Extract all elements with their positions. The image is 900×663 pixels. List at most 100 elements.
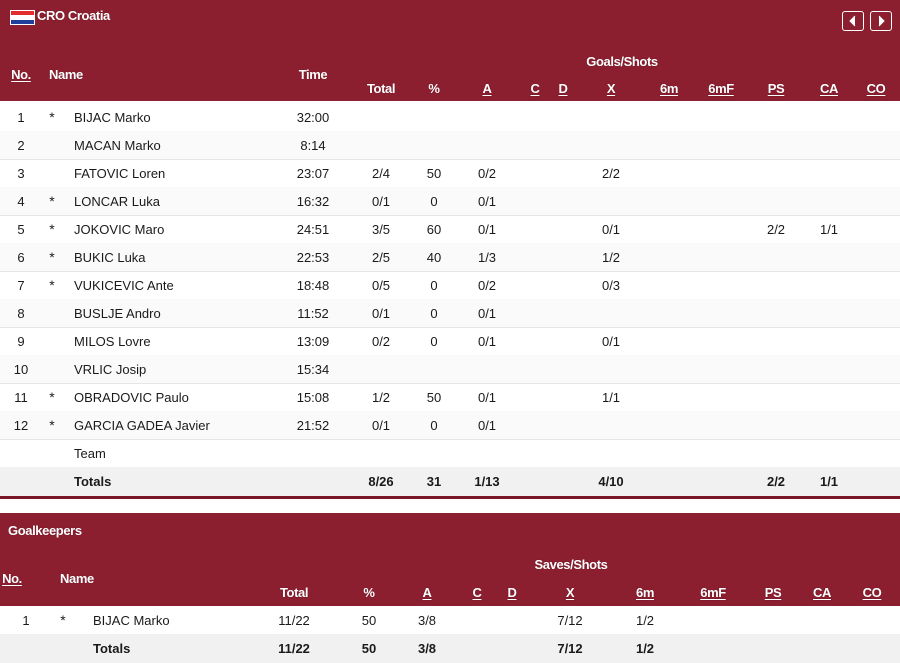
shooting-pct: 0	[430, 417, 438, 433]
gk-totals-label: Totals	[93, 641, 131, 656]
player-number: 10	[13, 361, 29, 377]
player-name-link[interactable]: OBRADOVIC Paulo	[74, 383, 189, 411]
goals-shots-group-label: Goals/Shots	[586, 54, 658, 69]
player-number: 1	[17, 109, 25, 125]
player-number: 6	[17, 249, 25, 265]
x-goals-shots: 0/1	[601, 333, 621, 349]
gk-x: 7/12	[557, 612, 583, 628]
section-divider	[0, 496, 900, 499]
x-goals-shots: 1/2	[601, 249, 621, 265]
previous-team-button[interactable]	[842, 11, 864, 31]
goalkeepers-header-band: Goalkeepers Saves/Shots No. Name Total %…	[0, 513, 900, 606]
table-row: 11 * OBRADOVIC Paulo 15:08 1/2 50 0/1 1/…	[0, 383, 900, 412]
table-row: 3 FATOVIC Loren 23:07 2/4 50 0/2 2/2	[0, 159, 900, 188]
time-played: 8:14	[300, 137, 326, 153]
gk-totals-total: 11/22	[278, 641, 310, 656]
gk-col-header-ps[interactable]: PS	[765, 585, 782, 600]
table-row: 9 MILOS Lovre 13:09 0/2 0 0/1 0/1	[0, 327, 900, 356]
table-row: 1 * BIJAC Marko 11/22 50 3/8 7/12 1/2	[0, 606, 900, 635]
gk-col-header-name[interactable]: Name	[60, 571, 94, 586]
col-header-x[interactable]: X	[607, 81, 616, 96]
total-goals-shots: 0/5	[371, 277, 391, 293]
player-name-link[interactable]: VUKICEVIC Ante	[74, 271, 174, 299]
table-row: 6 * BUKIC Luka 22:53 2/5 40 1/3 1/2	[0, 243, 900, 272]
gk-col-header-pct[interactable]: %	[363, 585, 375, 600]
col-header-6m[interactable]: 6m	[660, 81, 678, 96]
gk-col-header-6mf[interactable]: 6mF	[700, 585, 726, 600]
starter-marker: *	[49, 221, 55, 237]
player-name-link[interactable]: BUSLJE Andro	[74, 299, 161, 327]
shooting-pct: 0	[430, 333, 438, 349]
a-goals-shots: 0/1	[477, 305, 497, 321]
gk-col-header-x[interactable]: X	[566, 585, 575, 600]
next-team-button[interactable]	[870, 11, 892, 31]
col-header-c[interactable]: C	[531, 81, 540, 96]
starter-marker: *	[60, 612, 66, 628]
player-name-link[interactable]: VRLIC Josip	[74, 355, 146, 383]
col-header-name[interactable]: Name	[49, 67, 83, 82]
col-header-6mf[interactable]: 6mF	[708, 81, 734, 96]
gk-col-header-c[interactable]: C	[473, 585, 482, 600]
col-header-d[interactable]: D	[559, 81, 568, 96]
time-played: 13:09	[296, 333, 330, 349]
col-header-time[interactable]: Time	[299, 67, 328, 82]
table-row: 1 * BIJAC Marko 32:00	[0, 103, 900, 132]
col-header-co[interactable]: CO	[867, 81, 886, 96]
gk-col-header-co[interactable]: CO	[863, 585, 882, 600]
shooting-pct: 50	[426, 165, 442, 181]
shooting-pct: 0	[430, 305, 438, 321]
gk-totals-row: Totals 11/22 50 3/8 7/12 1/2	[0, 634, 900, 663]
starter-marker: *	[49, 417, 55, 433]
gk-col-header-d[interactable]: D	[508, 585, 517, 600]
player-number: 4	[17, 193, 25, 209]
a-goals-shots: 0/1	[477, 221, 497, 237]
player-name-link[interactable]: JOKOVIC Maro	[74, 215, 164, 243]
player-name-link[interactable]: GARCIA GADEA Javier	[74, 411, 210, 439]
col-header-no[interactable]: No.	[11, 67, 31, 82]
player-name-link[interactable]: MACAN Marko	[74, 131, 161, 159]
gk-name-link[interactable]: BIJAC Marko	[93, 606, 170, 634]
player-name-link[interactable]: BUKIC Luka	[74, 243, 146, 271]
player-name-link[interactable]: FATOVIC Loren	[74, 159, 165, 187]
player-name-link[interactable]: BIJAC Marko	[74, 103, 151, 131]
gk-col-header-total[interactable]: Total	[280, 585, 308, 600]
a-goals-shots: 0/1	[477, 193, 497, 209]
starter-marker: *	[49, 249, 55, 265]
gk-6m: 1/2	[635, 612, 655, 628]
player-name-link[interactable]: MILOS Lovre	[74, 327, 151, 355]
gk-pct: 50	[361, 612, 377, 628]
totals-ps: 2/2	[766, 474, 786, 489]
team-title: CRO Croatia	[37, 8, 110, 23]
a-goals-shots: 0/1	[477, 333, 497, 349]
player-number: 5	[17, 221, 25, 237]
gk-totals-x: 7/12	[557, 641, 583, 656]
a-goals-shots: 0/2	[477, 165, 497, 181]
starter-marker: *	[49, 193, 55, 209]
player-number: 12	[13, 417, 29, 433]
player-name-link[interactable]: LONCAR Luka	[74, 187, 160, 215]
players-header-band: CRO Croatia Goals/Shots No. Name Time To…	[0, 0, 900, 101]
gk-col-header-ca[interactable]: CA	[813, 585, 831, 600]
time-played: 21:52	[296, 417, 330, 433]
col-header-ca[interactable]: CA	[820, 81, 838, 96]
x-goals-shots: 0/1	[601, 221, 621, 237]
total-goals-shots: 3/5	[371, 221, 391, 237]
totals-pct: 31	[426, 474, 442, 489]
gk-col-header-6m[interactable]: 6m	[636, 585, 654, 600]
table-row: 8 BUSLJE Andro 11:52 0/1 0 0/1	[0, 299, 900, 328]
totals-x: 4/10	[598, 474, 624, 489]
gk-col-header-no[interactable]: No.	[2, 571, 22, 586]
gk-col-header-a[interactable]: A	[423, 585, 432, 600]
col-header-pct[interactable]: %	[428, 81, 440, 96]
col-header-a[interactable]: A	[483, 81, 492, 96]
ca-goals-shots: 1/1	[819, 221, 839, 237]
total-goals-shots: 1/2	[371, 389, 391, 405]
a-goals-shots: 0/1	[477, 389, 497, 405]
col-header-total[interactable]: Total	[367, 81, 395, 96]
team-row-label: Team	[74, 445, 106, 461]
player-number: 9	[17, 333, 25, 349]
time-played: 24:51	[296, 221, 330, 237]
col-header-ps[interactable]: PS	[768, 81, 785, 96]
table-row: 12 * GARCIA GADEA Javier 21:52 0/1 0 0/1	[0, 411, 900, 440]
total-goals-shots: 2/4	[371, 165, 391, 181]
